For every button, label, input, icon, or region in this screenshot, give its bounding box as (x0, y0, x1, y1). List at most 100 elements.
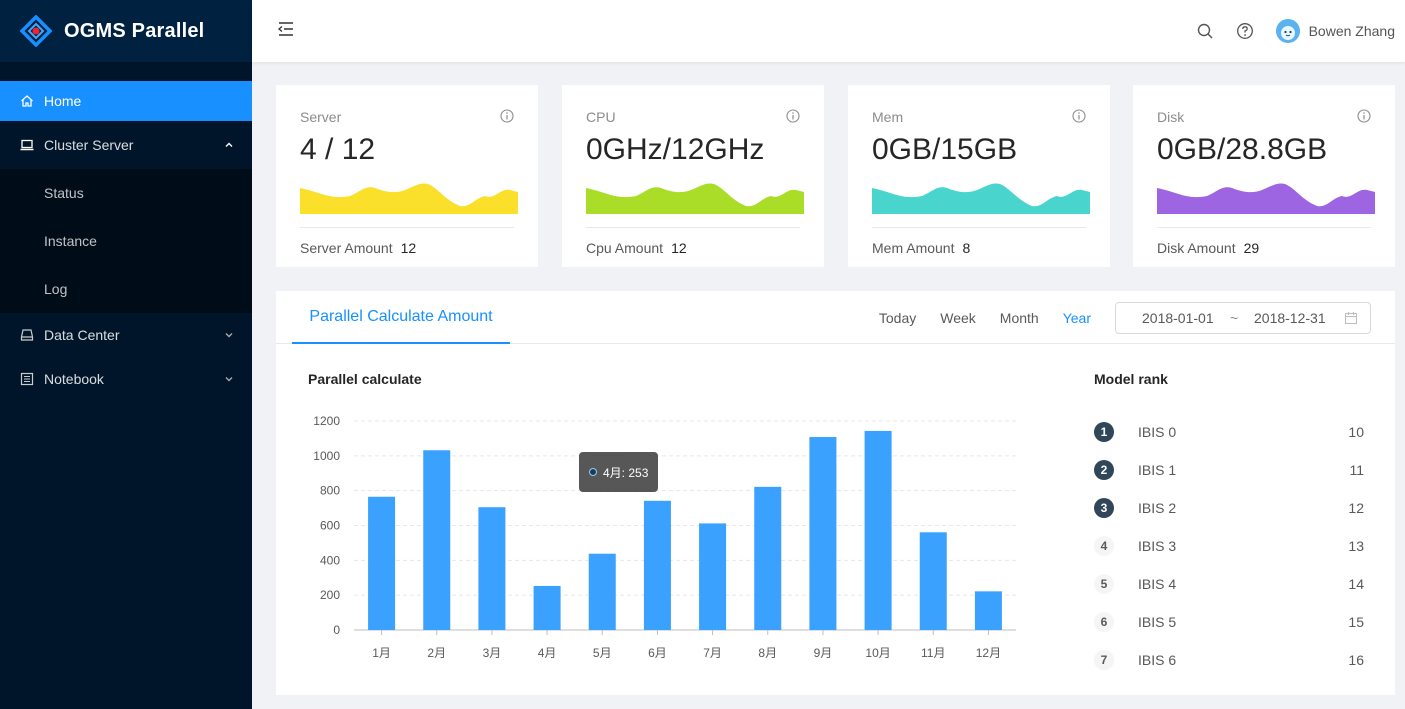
question-icon[interactable] (1236, 22, 1254, 40)
user-menu[interactable]: Bowen Zhang (1275, 19, 1395, 43)
sidebar: OGMS Parallel Home Cluster Server Status… (0, 0, 252, 709)
rank-value: 15 (1348, 614, 1364, 630)
rank-number: 6 (1094, 612, 1114, 632)
sidebar-item-data-center[interactable]: Data Center (0, 313, 252, 357)
y-tick-label: 1000 (313, 449, 340, 463)
divider (872, 227, 1086, 228)
divider (1157, 227, 1371, 228)
card-value: 0GB/28.8GB (1157, 133, 1328, 166)
sidebar-item-label: Data Center (44, 327, 120, 343)
stat-card-disk: Disk 0GB/28.8GB Disk Amount 29 (1133, 85, 1395, 267)
bar[interactable] (368, 496, 396, 630)
bar[interactable] (643, 500, 671, 630)
x-tick-label: 5月 (593, 646, 612, 660)
sidebar-item-home[interactable]: Home (0, 81, 252, 121)
range-month[interactable]: Month (1000, 310, 1039, 326)
user-name: Bowen Zhang (1308, 23, 1395, 39)
bar-chart: 0 200 400 600 800 1000 1200 1月 2月 3月 4月 5月 6月 7月 8月 9月 1… (313, 414, 1016, 660)
date-range-picker[interactable]: 2018-01-01 ~ 2018-12-31 (1115, 302, 1371, 334)
footer-value: 8 (962, 240, 971, 256)
footer-value: 12 (400, 240, 417, 256)
rank-value: 13 (1348, 538, 1364, 554)
rank-model-name: IBIS 1 (1138, 462, 1177, 478)
tab-parallel-calculate-amount[interactable]: Parallel Calculate Amount (292, 291, 510, 344)
footer-label: Cpu Amount (586, 240, 664, 256)
sparkline-area (1157, 183, 1375, 214)
info-icon[interactable] (1357, 109, 1371, 123)
tooltip-text: 4月: 253 (603, 465, 649, 480)
bar[interactable] (809, 437, 837, 630)
y-tick-label: 600 (320, 519, 340, 533)
card-footer: Server Amount 12 (300, 240, 416, 256)
bar[interactable] (588, 553, 616, 630)
range-week[interactable]: Week (940, 310, 976, 326)
search-icon[interactable] (1196, 22, 1214, 40)
rank-model-name: IBIS 6 (1138, 652, 1177, 668)
bar[interactable] (864, 430, 892, 630)
notebook-icon (20, 372, 34, 386)
rank-model-name: IBIS 5 (1138, 614, 1177, 630)
date-separator: ~ (1230, 310, 1239, 326)
footer-value: 12 (671, 240, 687, 256)
footer-label: Disk Amount (1157, 240, 1236, 256)
logo[interactable]: OGMS Parallel (0, 0, 252, 62)
rank-row: 6 IBIS 5 15 (1094, 603, 1364, 641)
bar[interactable] (423, 450, 451, 630)
y-tick-label: 200 (320, 588, 340, 602)
info-icon[interactable] (786, 109, 800, 123)
sidebar-item-status[interactable]: Status (0, 169, 252, 217)
rank-row: 1 IBIS 0 10 (1094, 413, 1364, 451)
rank-list: 1 IBIS 0 10 2 IBIS 1 11 3 IBIS 2 12 4 IBIS 3 13 5 IBI… (1094, 413, 1364, 679)
card-title: CPU (586, 109, 616, 125)
sidebar-item-instance[interactable]: Instance (0, 217, 252, 265)
card-title: Server (300, 109, 342, 125)
range-today[interactable]: Today (879, 310, 916, 326)
rank-row: 5 IBIS 4 14 (1094, 565, 1364, 603)
chevron-down-icon (225, 333, 233, 338)
footer-value: 29 (1243, 240, 1260, 256)
bar[interactable] (754, 486, 782, 630)
stat-card-server: Server 4 / 12 Server Amount 12 (276, 85, 538, 267)
sidebar-item-cluster-server[interactable]: Cluster Server (0, 121, 252, 169)
chevron-down-icon (225, 377, 233, 382)
database-icon (20, 328, 34, 342)
rank-number: 7 (1094, 650, 1114, 670)
bar[interactable] (974, 591, 1002, 630)
date-start: 2018-01-01 (1142, 310, 1214, 326)
cluster-server-submenu: Status Instance Log (0, 169, 252, 313)
sparkline-area (300, 183, 518, 214)
card-footer: Mem Amount 8 (872, 240, 970, 256)
x-tick-label: 8月 (758, 646, 777, 660)
range-year[interactable]: Year (1063, 310, 1091, 326)
rank-row: 3 IBIS 2 12 (1094, 489, 1364, 527)
info-icon[interactable] (1072, 109, 1086, 123)
footer-label: Server Amount (300, 240, 393, 256)
bar[interactable] (478, 507, 506, 630)
rank-model-name: IBIS 2 (1138, 500, 1177, 516)
rank-model-name: IBIS 3 (1138, 538, 1177, 554)
rank-number: 2 (1094, 460, 1114, 480)
bar[interactable] (533, 585, 561, 630)
logo-icon (20, 15, 52, 47)
sales-panel: Parallel Calculate Amount Today Week Mon… (276, 291, 1395, 695)
info-icon[interactable] (500, 109, 514, 123)
divider (586, 227, 800, 228)
app-title: OGMS Parallel (64, 19, 205, 42)
bar[interactable] (919, 532, 947, 630)
stat-card-cpu: CPU 0GHz/12GHz Cpu Amount 12 (562, 85, 824, 267)
divider (300, 227, 514, 228)
rank-number: 1 (1094, 422, 1114, 442)
x-tick-label: 9月 (814, 646, 833, 660)
menu-fold-icon[interactable] (276, 19, 296, 39)
laptop-icon (20, 138, 34, 152)
x-tick-label: 7月 (703, 646, 722, 660)
sidebar-item-log[interactable]: Log (0, 265, 252, 313)
sparkline-area (586, 183, 804, 214)
card-footer: Cpu Amount 12 (586, 240, 687, 256)
sidebar-item-notebook[interactable]: Notebook (0, 357, 252, 401)
stat-card-mem: Mem 0GB/15GB Mem Amount 8 (848, 85, 1110, 267)
rank-value: 16 (1348, 652, 1364, 668)
card-footer: Disk Amount 29 (1157, 240, 1259, 256)
bar[interactable] (699, 523, 727, 630)
range-links: Today Week Month Year (855, 291, 1091, 344)
